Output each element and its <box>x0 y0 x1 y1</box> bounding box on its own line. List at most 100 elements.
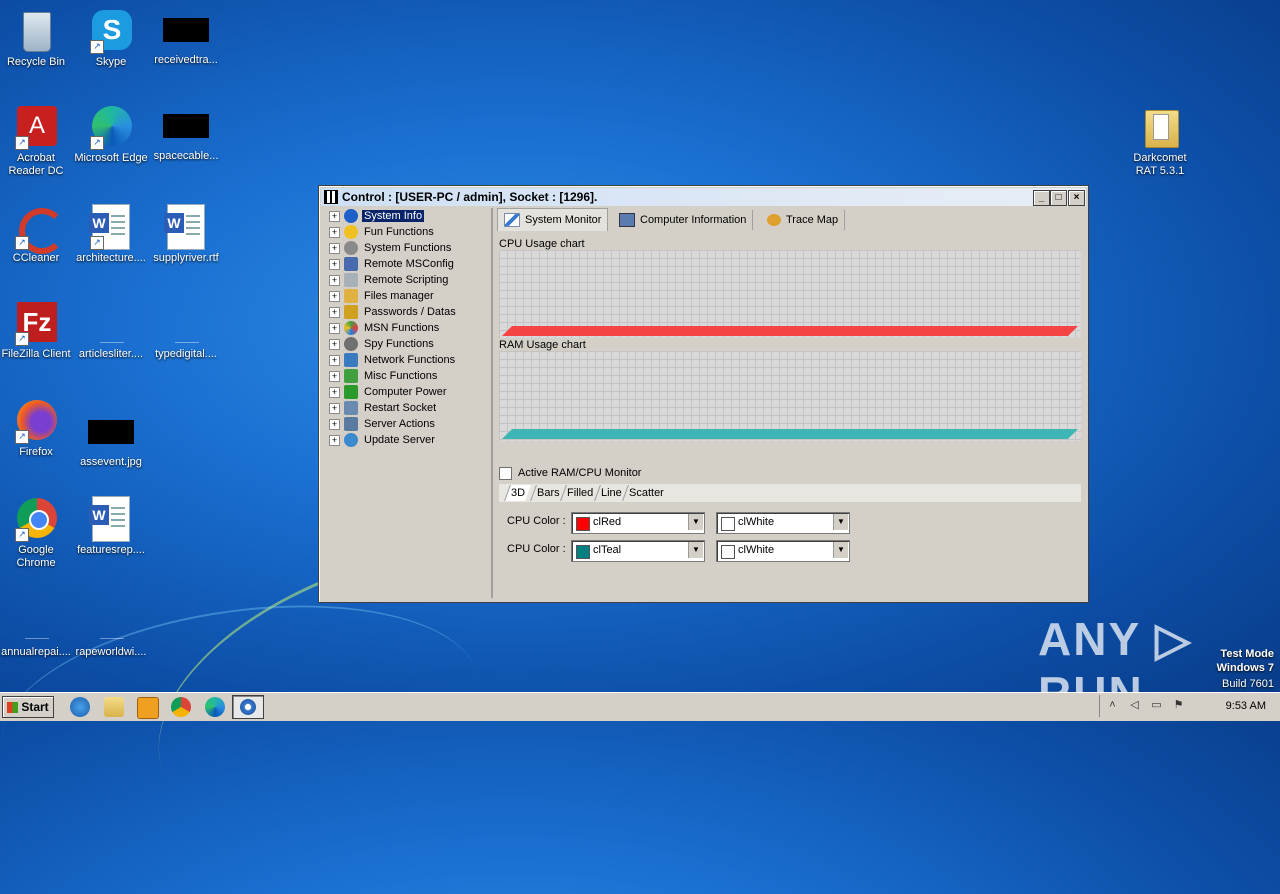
cpu-color-select[interactable]: clRed ▼ <box>571 512 705 534</box>
clock[interactable]: 9:53 AM <box>1226 700 1266 712</box>
expand-icon[interactable]: + <box>329 242 340 254</box>
desktop-icon-architecture[interactable]: W ↗ architecture.... <box>73 204 149 265</box>
socket-icon <box>344 401 358 416</box>
ram-color-select[interactable]: clTeal ▼ <box>571 540 705 562</box>
ram-chart-label: RAM Usage chart <box>499 339 586 351</box>
subtab-3d[interactable]: 3D <box>504 485 531 501</box>
volume-icon[interactable]: ◁ <box>1128 699 1141 712</box>
chrome-icon[interactable] <box>171 697 191 717</box>
tree-item-system-info[interactable]: + System Info <box>329 208 425 224</box>
chevron-down-icon[interactable]: ▼ <box>833 514 848 530</box>
desktop-icon-assevent[interactable]: assevent.jpg <box>73 398 149 469</box>
chrome-icon: ↗ <box>13 496 59 542</box>
tree-item-restart-socket[interactable]: + Restart Socket <box>329 400 438 416</box>
explorer-icon[interactable] <box>104 697 124 717</box>
firefox-icon: ↗ <box>13 398 59 444</box>
close-button[interactable]: × <box>1068 190 1085 206</box>
expand-icon[interactable]: + <box>329 226 340 238</box>
title-bar[interactable]: Control : [USER-PC / admin], Socket : [1… <box>321 188 1086 206</box>
desktop-icon-skype[interactable]: S ↗ Skype <box>73 8 149 69</box>
tree-item-server-actions[interactable]: + Server Actions <box>329 416 437 432</box>
cpu-background-select[interactable]: clWhite ▼ <box>716 512 850 534</box>
edge-icon[interactable] <box>205 697 225 717</box>
desktop-icon-darkcomet[interactable]: Darkcomet RAT 5.3.1 <box>1122 104 1198 178</box>
desktop-icon-spacecable[interactable]: spacecable... <box>148 104 224 163</box>
tree-item-msn-functions[interactable]: + MSN Functions <box>329 320 441 336</box>
checkbox-box[interactable] <box>499 466 512 480</box>
control-window[interactable]: Control : [USER-PC / admin], Socket : [1… <box>318 185 1089 603</box>
tab-computer-information[interactable]: Computer Information <box>613 210 754 230</box>
taskbar-darkcomet-button[interactable] <box>232 695 264 719</box>
tree-item-misc-functions[interactable]: + Misc Functions <box>329 368 439 384</box>
expand-icon[interactable]: + <box>329 370 340 382</box>
filezilla-icon: Fz ↗ <box>13 300 59 346</box>
desktop-icon-rapeworldwi[interactable]: rapeworldwi.... <box>73 598 149 659</box>
desktop-icon-firefox[interactable]: ↗ Firefox <box>0 398 74 459</box>
active-monitor-checkbox[interactable]: Active RAM/CPU Monitor <box>499 466 641 480</box>
action-center-flag-icon[interactable]: ⚑ <box>1172 699 1185 712</box>
desktop-icon-filezilla[interactable]: Fz ↗ FileZilla Client <box>0 300 74 361</box>
desktop-icon-edge[interactable]: ↗ Microsoft Edge <box>73 104 149 165</box>
expand-icon[interactable]: + <box>329 258 340 270</box>
info-icon <box>344 209 358 224</box>
file-icon <box>13 598 59 644</box>
desktop-icon-featuresrep[interactable]: W featuresrep.... <box>73 496 149 557</box>
chevron-down-icon[interactable]: ▼ <box>688 542 703 558</box>
tree-item-files-manager[interactable]: + Files manager <box>329 288 436 304</box>
desktop-icon-receivedtra[interactable]: receivedtra... <box>148 8 224 67</box>
desktop-icon-supplyriver[interactable]: W supplyriver.rtf <box>148 204 224 265</box>
tree-item-computer-power[interactable]: + Computer Power <box>329 384 449 400</box>
desktop-icon-label: articlesliter.... <box>78 348 144 360</box>
folder-icon <box>1137 104 1183 150</box>
expand-icon[interactable]: + <box>329 434 340 446</box>
expand-icon[interactable]: + <box>329 386 340 398</box>
expand-icon[interactable]: + <box>329 354 340 366</box>
expand-icon[interactable]: + <box>329 306 340 318</box>
desktop-icon-annualrepai[interactable]: annualrepai.... <box>0 598 74 659</box>
ram-background-select[interactable]: clWhite ▼ <box>716 540 850 562</box>
desktop-icon-recycle-bin[interactable]: Recycle Bin <box>0 8 74 69</box>
expand-icon[interactable]: + <box>329 274 340 286</box>
expand-icon[interactable]: + <box>329 402 340 414</box>
tree-item-system-functions[interactable]: + System Functions <box>329 240 453 256</box>
expand-icon[interactable]: + <box>329 210 340 222</box>
tab-system-monitor[interactable]: System Monitor <box>497 208 609 231</box>
tree-item-network-functions[interactable]: + Network Functions <box>329 352 457 368</box>
tree-item-passwords[interactable]: + Passwords / Datas <box>329 304 458 320</box>
desktop-icon-chrome[interactable]: ↗ Google Chrome <box>0 496 74 570</box>
cpu-usage-bar <box>502 326 1078 336</box>
expand-icon[interactable]: + <box>329 418 340 430</box>
word-document-icon: W <box>163 204 209 250</box>
color-swatch <box>576 545 590 559</box>
network-icon[interactable]: ▭ <box>1150 699 1163 712</box>
subtab-scatter[interactable]: Scatter <box>622 485 670 501</box>
desktop-icon-typedigital[interactable]: typedigital.... <box>148 300 224 361</box>
tree-item-remote-scripting[interactable]: + Remote Scripting <box>329 272 450 288</box>
subtab-filled[interactable]: Filled <box>560 485 600 501</box>
shortcut-arrow-icon: ↗ <box>15 430 29 444</box>
desktop-icon-label: Firefox <box>19 446 53 458</box>
maximize-button[interactable]: □ <box>1050 190 1067 206</box>
function-tree[interactable]: + System Info + Fun Functions + System Func… <box>323 208 493 598</box>
tab-trace-map[interactable]: Trace Map <box>761 210 846 230</box>
tree-item-spy-functions[interactable]: + Spy Functions <box>329 336 436 352</box>
show-hidden-icons-icon[interactable]: ˄ <box>1106 699 1119 712</box>
desktop-icon-label: rapeworldwi.... <box>75 646 147 658</box>
desktop-icon-articlesliter[interactable]: articlesliter.... <box>73 300 149 361</box>
update-icon <box>344 433 358 448</box>
tree-item-fun-functions[interactable]: + Fun Functions <box>329 224 436 240</box>
chevron-down-icon[interactable]: ▼ <box>688 514 703 530</box>
tree-item-label: System Functions <box>364 242 452 255</box>
expand-icon[interactable]: + <box>329 322 340 334</box>
expand-icon[interactable]: + <box>329 338 340 350</box>
start-button[interactable]: Start <box>2 696 54 718</box>
ie-icon[interactable] <box>70 697 90 717</box>
desktop-icon-ccleaner[interactable]: ↗ CCleaner <box>0 204 74 265</box>
chevron-down-icon[interactable]: ▼ <box>833 542 848 558</box>
media-player-icon[interactable] <box>137 697 159 719</box>
tree-item-remote-msconfig[interactable]: + Remote MSConfig <box>329 256 456 272</box>
expand-icon[interactable]: + <box>329 290 340 302</box>
desktop-icon-acrobat[interactable]: A ↗ Acrobat Reader DC <box>0 104 74 178</box>
minimize-button[interactable]: _ <box>1033 190 1050 206</box>
tree-item-update-server[interactable]: + Update Server <box>329 432 437 448</box>
